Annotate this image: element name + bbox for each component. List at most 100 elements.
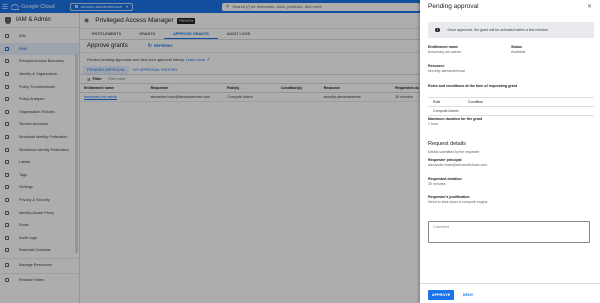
sidebar-item-workload-identity-federation[interactable]: Workload Identity Federation: [0, 131, 79, 144]
principal-block: Requester principal alexander.hose@alexa…: [428, 158, 487, 167]
iam-icon: [5, 34, 9, 39]
sidebar-item-label: Workforce Identity Federation: [19, 147, 69, 152]
comment-placeholder: Comment: [433, 225, 450, 229]
sidebar-item-iam[interactable]: IAM: [0, 30, 79, 43]
sidebar-item-essential-contacts[interactable]: Essential Contacts: [0, 244, 79, 257]
comment-field[interactable]: Comment: [428, 221, 590, 243]
entitlement-value: temporary-vm-admin: [428, 50, 462, 54]
sidebar-item-policy-analyzer[interactable]: Policy Analyzer: [0, 93, 79, 106]
labels-icon: [5, 160, 9, 165]
max-duration-block: Maximum duration for the grant 1 hour: [428, 117, 482, 126]
sidebar-item-organization-policies[interactable]: Organization Policies: [0, 106, 79, 119]
hamburger-menu-icon[interactable]: ☰: [0, 0, 10, 13]
sidebar-item-identity-aware-proxy[interactable]: Identity-Aware Proxy: [0, 206, 79, 219]
column-header[interactable]: Role(s): [227, 86, 281, 90]
approve-button[interactable]: APPROVE: [428, 290, 454, 300]
entitlement-link[interactable]: temporary-vm-admin: [84, 95, 151, 99]
column-header[interactable]: Resource: [324, 86, 396, 90]
external-link-icon: ↗: [206, 58, 210, 62]
cloud-logo-icon: [11, 3, 19, 10]
refresh-button[interactable]: ↻ REFRESH: [148, 43, 172, 49]
table-row[interactable]: temporary-vm-admin alexander.hose@alexan…: [80, 93, 420, 102]
sidebar-item-label: Privacy & Security: [19, 198, 50, 203]
workload-identity-federation-icon: [5, 135, 9, 140]
resource-block: Resource security-alexanderhose: [428, 64, 465, 73]
close-icon[interactable]: ✕: [587, 3, 592, 10]
principal-value: alexander.hose@alexanderhose.com: [428, 163, 488, 167]
sidebar-item-privacy-security[interactable]: Privacy & Security: [0, 194, 79, 207]
requested-duration-label: Requested duration: [428, 177, 462, 181]
page-tabs: ENTITLEMENTS GRANTS APPROVE GRANTS AUDIT…: [80, 29, 420, 40]
principal-access-boundary-icon: [5, 59, 9, 64]
sidebar-item-identity-organization[interactable]: Identity & Organization: [0, 68, 79, 81]
roles-table-row: Compute Admin: [428, 107, 594, 116]
filter-bar[interactable]: ☰ Filter Filter table: [80, 75, 420, 84]
duration-cell: 30 minutes: [395, 95, 413, 99]
column-header[interactable]: Entitlement name: [84, 86, 151, 90]
sidebar-item-label: Manage Resources: [19, 263, 52, 268]
info-banner: i Once approved, the grant will be activ…: [428, 22, 594, 38]
role-cell: Compute Admin: [227, 95, 253, 99]
filter-icon: ☰: [87, 76, 91, 82]
status-block: Status Available: [511, 45, 526, 54]
deny-button[interactable]: DENY: [458, 290, 478, 300]
settings-icon: [5, 185, 9, 190]
entitlement-block: Entitlement name temporary-vm-admin: [428, 45, 461, 54]
sidebar-item-label: PAM: [19, 46, 27, 51]
tab-audit-logs[interactable]: AUDIT LOGS: [218, 29, 259, 39]
search-bar[interactable]: ⚲ Search (/) for resources, docs, produc…: [222, 2, 420, 11]
policy-analyzer-icon: [5, 97, 9, 102]
roles-table-header: Role Condition: [428, 98, 594, 107]
sidebar-item-workforce-identity-federation[interactable]: Workforce Identity Federation: [0, 143, 79, 156]
resource-cell: security-alexanderhose: [323, 95, 361, 99]
sidebar-item-labels[interactable]: Labels: [0, 156, 79, 169]
tab-approve-grants[interactable]: APPROVE GRANTS: [164, 29, 218, 39]
sidebar-item-label: Service Accounts: [19, 122, 49, 127]
nav-footer-release: Release Notes: [0, 273, 80, 287]
column-header[interactable]: Requester: [151, 86, 228, 90]
tab-grants[interactable]: GRANTS: [130, 29, 164, 39]
justification-block: Requester's justification Need to shut d…: [428, 195, 488, 204]
table-header: Entitlement name Requester Role(s) Condi…: [80, 84, 420, 93]
policy-troubleshooter-icon: [5, 84, 9, 89]
project-icon: [74, 5, 78, 8]
sidebar-item-label: Labels: [19, 160, 31, 165]
learn-more-link[interactable]: Learn more: [186, 58, 205, 62]
role-header: Role: [433, 100, 441, 104]
tab-entitlements[interactable]: ENTITLEMENTS: [83, 29, 130, 39]
sidebar-item-roles[interactable]: Roles: [0, 219, 79, 232]
nav-scrollbar[interactable]: [75, 53, 78, 253]
sidebar-item-label: Policy Analyzer: [19, 97, 45, 102]
sidebar-item-release-notes[interactable]: Release Notes: [0, 274, 80, 287]
subtab-my-approval-history[interactable]: MY APPROVAL HISTORY: [129, 66, 181, 74]
filter-input[interactable]: Filter table: [108, 77, 126, 81]
nav-footer: Manage Resources: [0, 258, 80, 272]
project-name: security-alexanderhose: [80, 4, 122, 9]
sidebar-item-audit-logs[interactable]: Audit Logs: [0, 232, 79, 245]
entitlement-label: Entitlement name: [428, 45, 458, 49]
sidebar-item-label: Essential Contacts: [19, 248, 51, 253]
max-duration-value: 1 hour: [428, 122, 439, 126]
description-text: Review pending approvals and view your a…: [87, 58, 185, 62]
audit-logs-icon: [5, 235, 9, 240]
sidebar-item-principal-access-boundary[interactable]: Principal Access Boundary: [0, 55, 79, 68]
organization-policies-icon: [5, 109, 9, 114]
status-value: Available: [511, 50, 526, 54]
panel-title: Pending approval: [428, 3, 479, 10]
sidebar-item-service-accounts[interactable]: Service Accounts: [0, 118, 79, 131]
column-header[interactable]: Condition(s): [281, 86, 324, 90]
google-cloud-logo[interactable]: Google Cloud: [11, 3, 55, 10]
sidebar-item-tags[interactable]: Tags: [0, 169, 79, 182]
sidebar-item-settings[interactable]: Settings: [0, 181, 79, 194]
column-header[interactable]: Requested du: [395, 86, 420, 90]
identity-aware-proxy-icon: [5, 210, 9, 215]
sidebar-item-manage-resources[interactable]: Manage Resources: [0, 259, 80, 272]
sidebar-item-pam[interactable]: PAM: [0, 42, 79, 56]
subtab-pending-approval[interactable]: PENDING APPROVAL: [83, 66, 130, 74]
sidebar-item-label: Settings: [19, 185, 33, 190]
project-selector[interactable]: security-alexanderhose ▾: [69, 2, 134, 11]
sidebar-item-policy-troubleshooter[interactable]: Policy Troubleshooter: [0, 80, 79, 93]
roles-block: Roles and conditions at the time of requ…: [428, 84, 517, 88]
sidebar-item-label: Policy Troubleshooter: [19, 84, 56, 89]
panel-header: Pending approval ✕: [420, 0, 600, 13]
